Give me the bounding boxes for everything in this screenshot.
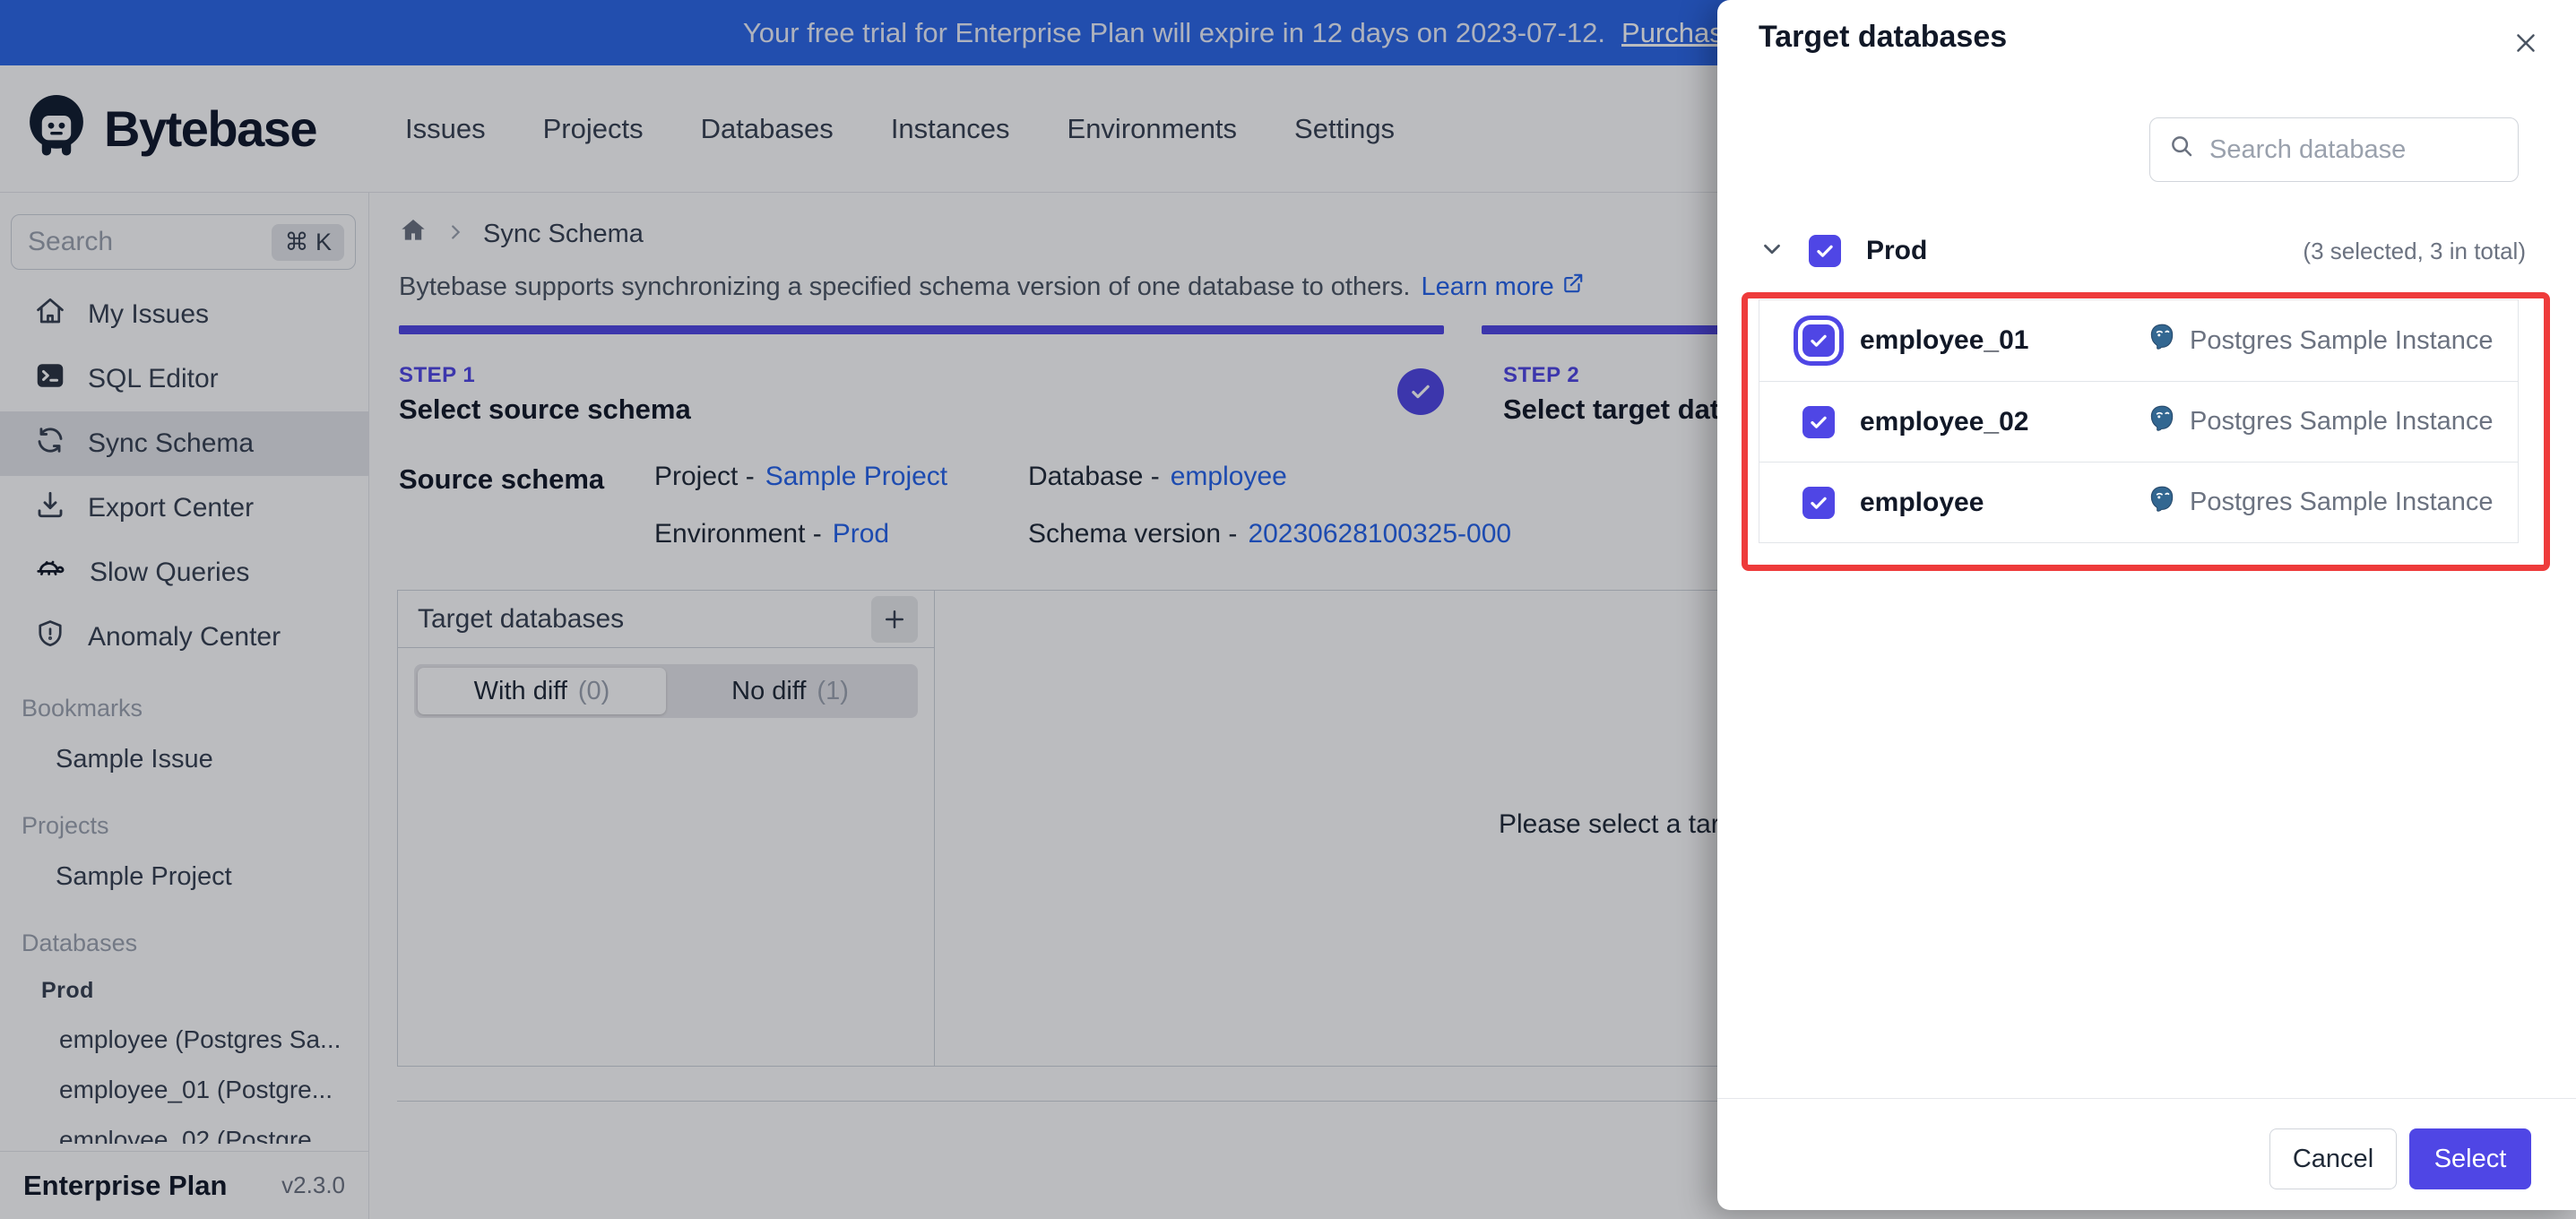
cancel-button[interactable]: Cancel — [2269, 1128, 2397, 1189]
target-databases-modal: Target databases Search database Prod (3… — [1717, 0, 2576, 1210]
employee-checkbox[interactable] — [1802, 486, 1835, 519]
instance-name: Postgres Sample Instance — [2190, 488, 2494, 516]
employee-01-checkbox[interactable] — [1802, 324, 1835, 357]
database-row-employee-02[interactable]: employee_02 Postgres Sample Instance — [1759, 381, 2518, 462]
database-name: employee_02 — [1860, 406, 2029, 437]
group-name: Prod — [1866, 236, 1928, 265]
close-icon[interactable] — [2508, 25, 2544, 61]
postgres-icon — [2147, 322, 2177, 359]
database-search-placeholder: Search database — [2209, 134, 2407, 164]
database-name: employee_01 — [1860, 325, 2029, 355]
database-row-employee[interactable]: employee Postgres Sample Instance — [1759, 462, 2518, 542]
modal-footer-divider — [1717, 1098, 2576, 1099]
chevron-down-icon[interactable] — [1759, 236, 1785, 267]
environment-group-row: Prod (3 selected, 3 in total) — [1759, 226, 2526, 276]
group-selection-summary: (3 selected, 3 in total) — [2303, 237, 2526, 264]
search-icon — [2168, 133, 2195, 167]
instance-info: Postgres Sample Instance — [2147, 484, 2494, 522]
postgres-icon — [2147, 484, 2177, 522]
database-name: employee — [1860, 487, 1984, 517]
postgres-icon — [2147, 403, 2177, 441]
select-button[interactable]: Select — [2409, 1128, 2531, 1189]
modal-title: Target databases — [1759, 20, 2008, 54]
prod-group-checkbox[interactable] — [1809, 235, 1841, 267]
database-search-input[interactable]: Search database — [2149, 117, 2519, 182]
bytebase-app: Your free trial for Enterprise Plan will… — [0, 0, 2576, 1219]
instance-info: Postgres Sample Instance — [2147, 403, 2494, 441]
instance-name: Postgres Sample Instance — [2190, 407, 2494, 436]
instance-name: Postgres Sample Instance — [2190, 325, 2494, 355]
employee-02-checkbox[interactable] — [1802, 405, 1835, 438]
database-list: employee_01 Postgres Sample Instance emp… — [1759, 299, 2519, 543]
database-row-employee-01[interactable]: employee_01 Postgres Sample Instance — [1759, 300, 2518, 381]
instance-info: Postgres Sample Instance — [2147, 322, 2494, 359]
